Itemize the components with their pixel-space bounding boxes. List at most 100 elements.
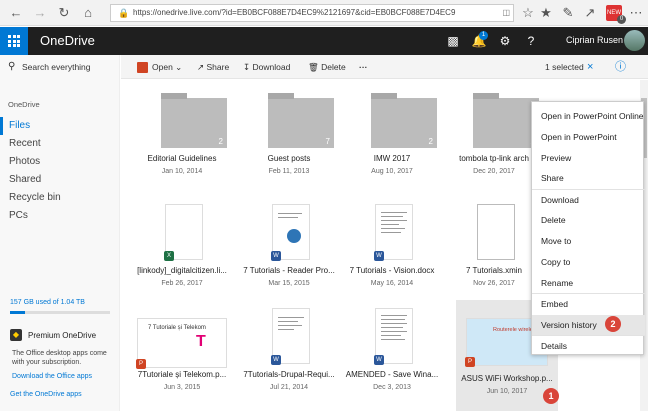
file-name: 7 Tutorials - Vision.docx <box>349 266 435 275</box>
file-date: Dec 3, 2013 <box>373 384 411 391</box>
back-icon[interactable]: ← <box>8 5 24 21</box>
menu-preview[interactable]: Preview <box>532 148 645 168</box>
selection-count: 1 selected <box>545 62 584 72</box>
item-count: 7 <box>325 137 330 146</box>
chart-graphic <box>287 229 301 243</box>
clear-selection-icon[interactable]: × <box>587 55 593 79</box>
file-date: Feb 26, 2017 <box>161 280 203 287</box>
file-date: Jul 21, 2014 <box>269 384 309 391</box>
sidebar-item-files[interactable]: Files <box>0 117 120 135</box>
file-name: Editorial Guidelines <box>147 154 217 163</box>
command-bar: Open ⌄ ↗ Share ↧ Download 🗑 Delete ··· 1… <box>121 55 648 79</box>
menu-copy-to[interactable]: Copy to <box>532 252 645 272</box>
file-tile[interactable]: W 7Tutorials-Drupal-Requi... Jul 21, 201… <box>234 300 344 400</box>
file-date: Jun 3, 2015 <box>163 384 201 391</box>
info-icon[interactable]: ⓘ <box>615 55 626 79</box>
document-thumbnail: W <box>374 204 413 261</box>
chat-icon[interactable]: ▩ <box>440 27 466 55</box>
menu-delete[interactable]: Delete <box>532 210 645 230</box>
user-name[interactable]: Ciprian Rusen <box>566 35 623 45</box>
menu-open-in-powerpoint[interactable]: Open in PowerPoint <box>532 127 645 147</box>
word-icon: W <box>374 355 384 365</box>
menu-open-in-powerpoint-online[interactable]: Open in PowerPoint Online <box>532 106 645 126</box>
file-tile[interactable]: X [linkody]_digitalcitizen.li... Feb 26,… <box>127 196 237 296</box>
download-office-link[interactable]: Download the Office apps <box>12 373 92 380</box>
excel-icon: X <box>164 251 174 261</box>
help-icon[interactable]: ? <box>518 27 544 55</box>
file-name: IMW 2017 <box>373 154 411 163</box>
storage-usage-link[interactable]: 157 GB used of 1.04 TB <box>10 299 85 306</box>
open-label: Open <box>152 62 173 72</box>
more-commands-button[interactable]: ··· <box>359 55 368 79</box>
sidebar-item-recycle-bin[interactable]: Recycle bin <box>0 189 120 207</box>
app-launcher-icon[interactable] <box>0 27 28 55</box>
home-icon[interactable]: ⌂ <box>80 5 96 21</box>
share-icon[interactable]: ↗ <box>582 5 598 21</box>
file-tile[interactable]: W 7 Tutorials - Reader Pro... Mar 15, 20… <box>234 196 344 296</box>
share-icon: ↗ <box>197 62 205 72</box>
file-tile[interactable]: 2 Editorial Guidelines Jan 10, 2014 <box>127 84 237 184</box>
extension-icon[interactable]: NEW 0 <box>606 5 626 24</box>
sidebar-item-pcs[interactable]: PCs <box>0 207 120 225</box>
search-placeholder: Search everything <box>22 62 91 72</box>
item-count: 2 <box>218 137 223 146</box>
favorites-hub-icon[interactable]: ★ <box>538 5 554 21</box>
file-tile[interactable]: W 7 Tutorials - Vision.docx May 16, 2014 <box>337 196 447 296</box>
more-icon[interactable]: ⋯ <box>628 5 644 21</box>
menu-share[interactable]: Share <box>532 168 645 188</box>
step-callout-2: 2 <box>605 316 621 332</box>
search-input[interactable]: ⚲ Search everything <box>0 55 120 79</box>
menu-move-to[interactable]: Move to <box>532 231 645 251</box>
menu-details[interactable]: Details <box>532 336 645 356</box>
delete-button[interactable]: 🗑 Delete <box>308 55 346 79</box>
share-button[interactable]: ↗ Share <box>197 55 229 79</box>
address-bar[interactable]: 🔒 https://onedrive.live.com/?id=EB0BCF08… <box>110 4 514 22</box>
file-name: [linkody]_digitalcitizen.li... <box>137 266 227 275</box>
premium-description: The Office desktop apps come with your s… <box>12 350 107 366</box>
open-button[interactable]: Open ⌄ <box>137 55 182 79</box>
file-date: Jan 10, 2014 <box>161 168 203 175</box>
favorite-star-icon[interactable]: ☆ <box>520 5 536 21</box>
blank-file-icon <box>477 204 515 260</box>
menu-version-history[interactable]: Version history <box>532 315 645 335</box>
forward-icon[interactable]: → <box>32 5 48 21</box>
file-name: 7Tutorials-Drupal-Requi... <box>243 370 335 379</box>
file-name: 7Tutoriale și Telekom.p... <box>137 370 227 379</box>
avatar[interactable] <box>624 30 645 51</box>
search-icon: ⚲ <box>8 61 16 72</box>
file-date: Aug 10, 2017 <box>371 168 413 175</box>
menu-download[interactable]: Download <box>532 190 645 210</box>
file-name: Guest posts <box>267 154 311 163</box>
word-icon: W <box>374 251 384 261</box>
menu-embed[interactable]: Embed <box>532 294 645 314</box>
file-tile[interactable]: 7 Tutoriale și Telekom T P 7Tutoriale și… <box>127 300 237 400</box>
powerpoint-icon <box>137 62 148 74</box>
file-tile[interactable]: 2 IMW 2017 Aug 10, 2017 <box>337 84 447 184</box>
document-thumbnail: W <box>271 204 310 261</box>
notifications-icon[interactable]: 🔔 1 <box>466 27 492 55</box>
brand-title[interactable]: OneDrive <box>40 33 95 48</box>
file-name: 7 Tutorials - Reader Pro... <box>243 266 335 275</box>
sidebar-header: OneDrive <box>8 100 40 109</box>
menu-rename[interactable]: Rename <box>532 273 645 293</box>
refresh-icon[interactable]: ↻ <box>56 5 72 21</box>
powerpoint-icon: P <box>465 357 475 367</box>
sidebar-item-photos[interactable]: Photos <box>0 153 120 171</box>
get-apps-link[interactable]: Get the OneDrive apps <box>10 391 82 398</box>
premium-title: ◆ Premium OneDrive <box>10 329 96 341</box>
pen-icon[interactable]: ✎ <box>560 5 576 21</box>
lock-icon: 🔒 <box>118 8 130 18</box>
download-button[interactable]: ↧ Download <box>243 55 290 79</box>
folder-icon: 2 <box>161 93 227 148</box>
step-callout-1: 1 <box>543 388 559 404</box>
file-tile[interactable]: W AMENDED - Save Wina... Dec 3, 2013 <box>337 300 447 400</box>
folder-icon: 2 <box>473 93 539 148</box>
sidebar-item-shared[interactable]: Shared <box>0 171 120 189</box>
settings-icon[interactable]: ⚙ <box>492 27 518 55</box>
reading-view-icon[interactable]: ◫ <box>502 5 510 21</box>
file-date: Mar 15, 2015 <box>268 280 310 287</box>
app-header: OneDrive ▩ 🔔 1 ⚙ ? Ciprian Rusen <box>0 27 648 55</box>
document-thumbnail: W <box>374 308 413 365</box>
file-tile[interactable]: 7 Guest posts Feb 11, 2013 <box>234 84 344 184</box>
sidebar-item-recent[interactable]: Recent <box>0 135 120 153</box>
